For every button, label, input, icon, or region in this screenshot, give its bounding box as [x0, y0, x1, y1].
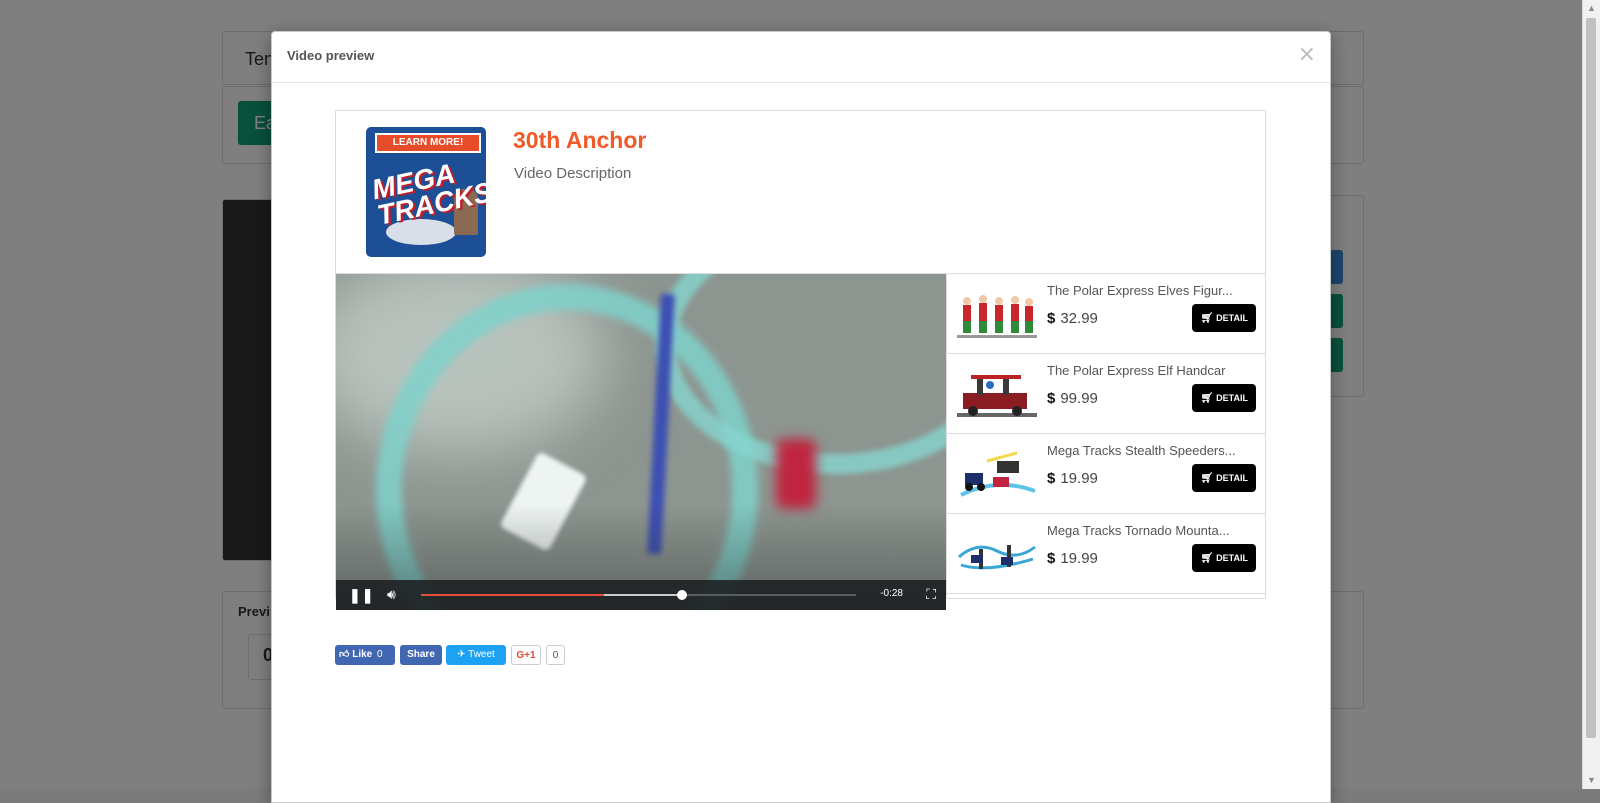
pause-icon[interactable]: ❚❚ — [349, 587, 374, 603]
cart-icon: 🛒︎ — [1200, 393, 1214, 404]
detail-button-label: DETAIL — [1216, 313, 1248, 323]
twitter-bird-icon: ✈︎ — [457, 649, 466, 660]
tweet-label: Tweet — [468, 649, 495, 660]
video-player[interactable]: ❚❚ 🔊︎ -0:28 ⛶ — [336, 274, 946, 610]
product-detail-button[interactable]: 🛒︎ DETAIL — [1192, 384, 1256, 412]
price-value: 19.99 — [1060, 470, 1098, 487]
product-image-handcar[interactable] — [957, 367, 1037, 423]
product-item: The Polar Express Elf Handcar $99.99 🛒︎ D… — [947, 353, 1266, 434]
product-name[interactable]: Mega Tracks Stealth Speeders... — [1047, 443, 1257, 458]
tweet-button[interactable]: ✈︎ Tweet — [446, 645, 506, 665]
facebook-like-button[interactable]: 👍︎ Like 0 — [335, 645, 395, 665]
video-time-remaining: -0:28 — [880, 588, 903, 599]
video-progress-bar[interactable] — [421, 590, 856, 600]
fullscreen-icon[interactable]: ⛶ — [926, 587, 936, 603]
close-icon[interactable]: × — [1298, 42, 1316, 67]
video-scrubber-handle[interactable] — [677, 590, 687, 600]
product-image-speeders[interactable] — [957, 447, 1037, 503]
product-list: The Polar Express Elves Figur... $32.99 … — [946, 273, 1266, 597]
volume-icon[interactable]: 🔊︎ — [387, 587, 396, 603]
product-name[interactable]: The Polar Express Elves Figur... — [1047, 283, 1257, 298]
cart-icon: 🛒︎ — [1200, 473, 1214, 484]
cart-icon: 🛒︎ — [1200, 313, 1214, 324]
scroll-down-icon[interactable]: ▼ — [1583, 772, 1600, 789]
modal-header: Video preview × — [272, 32, 1330, 83]
facebook-share-button[interactable]: Share — [400, 645, 442, 665]
product-price: $19.99 — [1047, 470, 1098, 487]
thumbnail-banner: LEARN MORE! — [375, 133, 481, 153]
video-description: Video Description — [514, 165, 632, 182]
product-item: Mega Tracks Stealth Speeders... $19.99 🛒… — [947, 433, 1266, 514]
product-detail-button[interactable]: 🛒︎ DETAIL — [1192, 304, 1256, 332]
google-plus-button[interactable]: G+1 — [511, 645, 541, 665]
google-plus-count: 0 — [546, 645, 565, 665]
video-preview-modal: Video preview × LEARN MORE! MEGA TRACKS … — [271, 31, 1331, 803]
cart-icon: 🛒︎ — [1200, 553, 1214, 564]
video-played-bar — [421, 594, 604, 596]
product-price: $19.99 — [1047, 550, 1098, 567]
currency-symbol: $ — [1047, 310, 1056, 327]
video-card-header: LEARN MORE! MEGA TRACKS 30th Anchor Vide… — [336, 111, 1265, 274]
detail-button-label: DETAIL — [1216, 473, 1248, 483]
like-label: Like — [352, 649, 373, 660]
page-scrollbar[interactable]: ▲ ▼ — [1582, 0, 1600, 789]
product-detail-button[interactable]: 🛒︎ DETAIL — [1192, 544, 1256, 572]
product-item: The Polar Express Elves Figur... $32.99 … — [947, 273, 1266, 354]
product-detail-button[interactable]: 🛒︎ DETAIL — [1192, 464, 1256, 492]
video-frame-red-part — [776, 439, 816, 509]
scroll-thumb[interactable] — [1586, 18, 1596, 738]
product-price: $99.99 — [1047, 390, 1098, 407]
currency-symbol: $ — [1047, 470, 1056, 487]
product-name[interactable]: Mega Tracks Tornado Mounta... — [1047, 523, 1257, 538]
product-price: $32.99 — [1047, 310, 1098, 327]
product-name[interactable]: The Polar Express Elf Handcar — [1047, 363, 1257, 378]
product-image-tornado[interactable] — [957, 527, 1037, 583]
video-thumbnail[interactable]: LEARN MORE! MEGA TRACKS — [366, 127, 486, 257]
video-title: 30th Anchor — [513, 127, 647, 153]
currency-symbol: $ — [1047, 390, 1056, 407]
product-image-elves[interactable] — [957, 287, 1037, 343]
price-value: 99.99 — [1060, 390, 1098, 407]
like-count: 0 — [377, 649, 383, 660]
scroll-up-icon[interactable]: ▲ — [1583, 0, 1600, 17]
price-value: 19.99 — [1060, 550, 1098, 567]
product-item: Mega Tracks Tornado Mounta... $19.99 🛒︎ D… — [947, 513, 1266, 594]
price-value: 32.99 — [1060, 310, 1098, 327]
detail-button-label: DETAIL — [1216, 553, 1248, 563]
thumbs-up-icon: 👍︎ — [339, 649, 350, 660]
detail-button-label: DETAIL — [1216, 393, 1248, 403]
video-controls: ❚❚ 🔊︎ -0:28 ⛶ — [336, 580, 946, 610]
video-card: LEARN MORE! MEGA TRACKS 30th Anchor Vide… — [335, 110, 1266, 610]
modal-title: Video preview — [287, 48, 375, 63]
currency-symbol: $ — [1047, 550, 1056, 567]
